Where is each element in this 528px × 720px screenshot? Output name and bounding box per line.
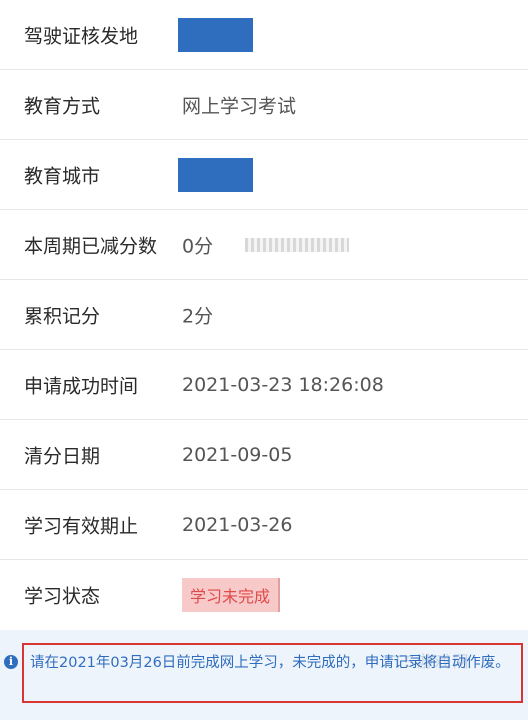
detail-list: 驾驶证核发地 教育方式 网上学习考试 教育城市 本周期已减分数 0分 累积记分 … xyxy=(0,0,528,630)
row-education-method: 教育方式 网上学习考试 xyxy=(0,70,528,140)
row-study-deadline: 学习有效期止 2021-03-26 xyxy=(0,490,528,560)
row-label: 教育方式 xyxy=(24,95,101,117)
row-value: 2分 xyxy=(182,305,214,327)
row-label: 清分日期 xyxy=(24,445,101,467)
row-license-issuer: 驾驶证核发地 xyxy=(0,0,528,70)
status-badge: 学习未完成 xyxy=(182,578,281,612)
row-label: 本周期已减分数 xyxy=(24,235,158,257)
row-accumulated-points: 累积记分 2分 xyxy=(0,280,528,350)
notice-box: ITS游戏网 请在2021年03月26日前完成网上学习，未完成的，申请记录将自动… xyxy=(22,643,523,703)
row-label: 学习状态 xyxy=(24,585,101,608)
redacted-value xyxy=(178,157,253,192)
row-label: 学习有效期止 xyxy=(24,515,139,537)
blurred-text xyxy=(245,237,349,252)
notice-bar: i ITS游戏网 请在2021年03月26日前完成网上学习，未完成的，申请记录将… xyxy=(0,630,528,720)
row-value: 0分 xyxy=(182,235,214,257)
notice-text: 请在2021年03月26日前完成网上学习，未完成的，申请记录将自动作废。 xyxy=(30,655,510,671)
row-clear-date: 清分日期 2021-09-05 xyxy=(0,420,528,490)
row-value: 2021-09-05 xyxy=(182,443,293,466)
row-value: 2021-03-23 18:26:08 xyxy=(182,373,384,396)
redacted-value xyxy=(178,17,253,52)
row-value: 网上学习考试 xyxy=(182,95,297,117)
row-label: 累积记分 xyxy=(24,305,101,327)
info-icon: i xyxy=(4,655,18,669)
row-label: 教育城市 xyxy=(24,165,101,187)
row-points-reduced: 本周期已减分数 0分 xyxy=(0,210,528,280)
row-label: 申请成功时间 xyxy=(24,375,139,397)
row-apply-time: 申请成功时间 2021-03-23 18:26:08 xyxy=(0,350,528,420)
row-study-status: 学习状态 学习未完成 xyxy=(0,560,528,630)
row-education-city: 教育城市 xyxy=(0,140,528,210)
row-label: 驾驶证核发地 xyxy=(24,25,139,47)
row-value: 2021-03-26 xyxy=(182,513,293,536)
